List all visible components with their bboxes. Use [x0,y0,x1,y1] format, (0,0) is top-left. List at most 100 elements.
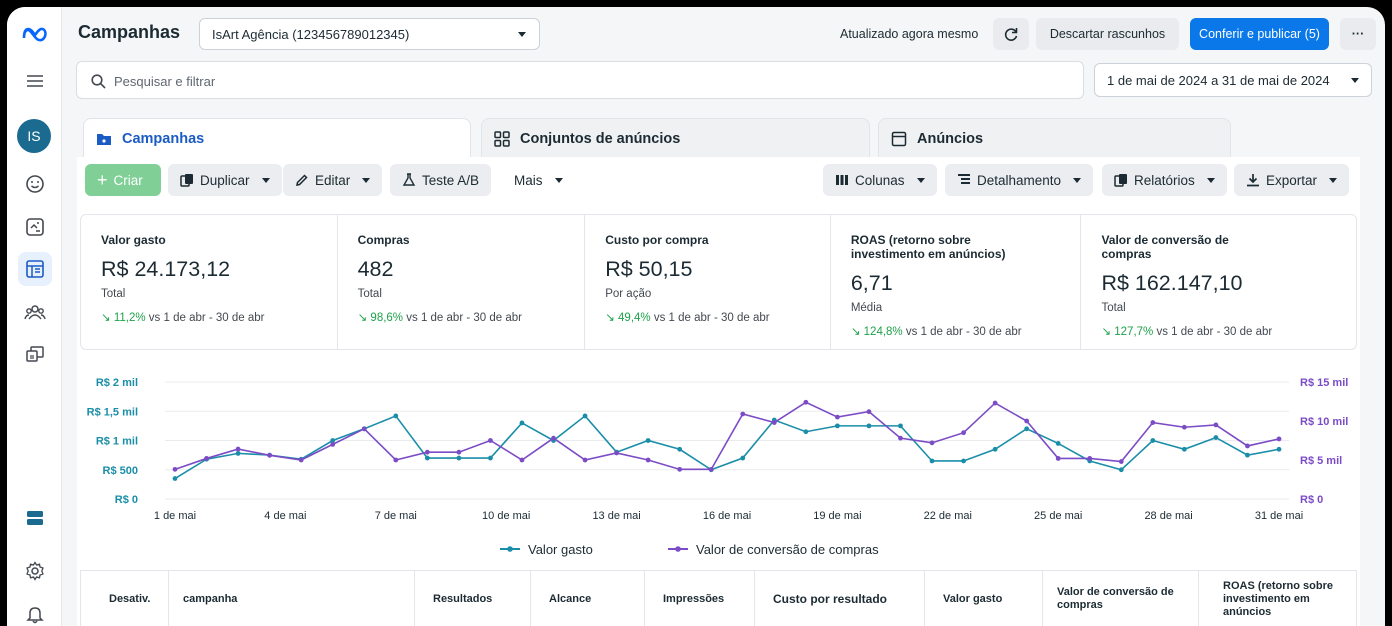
column-header[interactable]: Valor de conversão de compras [1043,571,1199,626]
x-axis-tick-label: 7 de mai [375,510,417,522]
data-point [488,438,493,443]
columns-icon [836,175,848,185]
metric-sub: Por ação [605,288,652,300]
refresh-button[interactable] [993,18,1029,50]
metric-card-cost-per-purchase[interactable]: Custo por compra R$ 50,15 Por ação ↘ 49,… [585,215,831,349]
ads-manager-icon[interactable] [18,252,52,286]
columns-button[interactable]: Colunas [823,164,937,196]
x-axis-tick-label: 1 de mai [154,510,196,522]
right-axis-tick-label: R$ 5 mil [1300,455,1342,467]
column-header[interactable]: Resultados [415,571,531,626]
delta-compare: vs 1 de abr - 30 de abr [1156,326,1273,338]
left-axis-tick-label: R$ 1 mil [96,436,138,448]
chevron-down-icon [1329,177,1338,183]
breakdown-label: Detalhamento [977,172,1062,188]
data-point [803,429,809,435]
column-header[interactable]: ROAS (retorno sobre investimento em anún… [1199,571,1358,626]
breakdown-button[interactable]: Detalhamento [945,164,1094,196]
column-header[interactable]: Alcance [531,571,645,626]
refresh-icon [1004,28,1018,41]
tab-ads[interactable]: Anúncios [878,118,1231,158]
data-point [298,457,304,463]
data-point [771,420,777,425]
account-selector[interactable]: IsArt Agência (123456789012345) [199,18,540,50]
metric-card-conversion-value[interactable]: Valor de conversão de compras R$ 162.147… [1081,215,1356,349]
metric-value: 6,71 [850,271,893,295]
column-header[interactable]: Custo por resultado [755,571,925,626]
data-point [1245,443,1250,449]
delta-percent: ↘ 49,4% [605,312,651,324]
chevron-down-icon [362,177,371,183]
column-header[interactable]: Desativ. [81,571,169,626]
search-placeholder: Pesquisar e filtrar [114,74,216,89]
data-point [1024,426,1030,432]
edit-button[interactable]: Editar [283,164,383,196]
metrics-summary: Valor gasto R$ 24.173,12 Total ↘ 11,2% v… [80,214,1357,350]
data-point [961,430,966,436]
data-point [1024,418,1030,424]
data-point [1118,459,1124,464]
right-axis-tick-label: R$ 10 mil [1300,416,1348,428]
campaign-planner-icon[interactable] [18,337,52,371]
metric-delta: ↘ 98,6% vs 1 de abr - 30 de abr [358,310,565,324]
column-header[interactable]: campanha [169,571,415,626]
delta-percent: ↘ 11,2% [101,312,146,324]
audiences-icon[interactable] [18,295,52,329]
create-button[interactable]: + Criar [85,164,161,196]
more-button[interactable]: Mais [502,164,575,196]
column-header[interactable]: Impressões [645,571,755,626]
metric-delta: ↘ 127,7% vs 1 de abr - 30 de abr [1101,324,1336,338]
data-point [267,452,273,458]
review-publish-button[interactable]: Conferir e publicar (5) [1190,18,1329,50]
search-filter-bar[interactable]: Pesquisar e filtrar [76,61,1084,99]
notifications-bell-icon[interactable] [18,597,52,626]
export-label: Exportar [1266,172,1318,188]
data-point [235,450,241,456]
chevron-down-icon [554,177,563,183]
left-axis-tick-label: R$ 1,5 mil [87,406,138,418]
delta-compare: vs 1 de abr - 30 de abr [148,312,265,324]
chevron-down-icon [1073,177,1082,183]
avatar[interactable]: IS [17,119,51,153]
meta-logo-icon[interactable] [18,17,52,51]
tab-ad-sets[interactable]: Conjuntos de anúncios [481,118,870,158]
smiley-icon[interactable] [18,167,52,201]
metric-sub: Média [850,302,883,314]
metric-card-purchases[interactable]: Compras 482 Total ↘ 98,6% vs 1 de abr - … [338,215,586,349]
export-button[interactable]: Exportar [1234,164,1350,196]
date-range-picker[interactable]: 1 de mai de 2024 a 31 de mai de 2024 [1094,63,1372,97]
ab-test-button[interactable]: Teste A/B [390,164,492,196]
more-options-button[interactable]: ··· [1340,18,1376,50]
metric-card-roas[interactable]: ROAS (retorno sobre investimento em anún… [831,215,1082,349]
menu-icon[interactable] [18,64,52,98]
data-point [866,423,872,429]
right-axis-tick-label: R$ 0 [1300,494,1323,506]
tab-campaigns[interactable]: Campanhas [83,118,471,158]
duplicate-label: Duplicar [200,172,250,188]
data-point [330,442,336,447]
metric-delta: ↘ 49,4% vs 1 de abr - 30 de abr [605,310,810,324]
analytics-icon[interactable] [18,210,52,244]
chevron-down-icon [1206,177,1215,183]
more-label: Mais [514,172,543,188]
data-point [803,399,809,405]
metric-card-spend[interactable]: Valor gasto R$ 24.173,12 Total ↘ 11,2% v… [81,215,338,349]
data-point [677,446,683,452]
settings-gear-icon[interactable] [18,554,52,588]
data-point [488,455,493,461]
metric-label: Compras [357,233,410,247]
pencil-icon [296,174,308,186]
data-point [835,423,840,429]
discard-drafts-button[interactable]: Descartar rascunhos [1036,18,1179,50]
duplicate-button[interactable]: Duplicar [168,164,282,196]
data-point [961,458,966,464]
tab-label: Conjuntos de anúncios [520,130,681,147]
data-point [1055,441,1061,446]
x-axis-tick-label: 25 de mai [1034,510,1082,522]
reports-button[interactable]: Relatórios [1102,164,1227,196]
x-axis-tick-label: 16 de mai [703,510,751,522]
all-tools-icon[interactable] [18,501,52,535]
column-header[interactable]: Valor gasto [925,571,1043,626]
reports-label: Relatórios [1134,172,1195,188]
main-area: Campanhas IsArt Agência (123456789012345… [63,7,1385,626]
